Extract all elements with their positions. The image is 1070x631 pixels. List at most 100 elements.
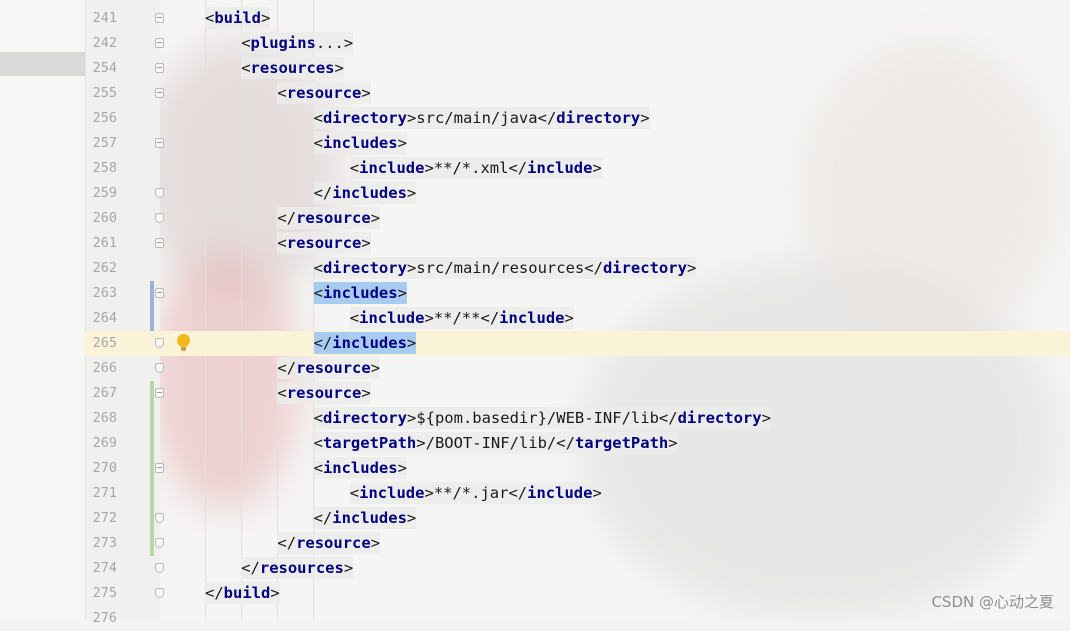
code-text[interactable]: <include>**/**</include> [349,306,574,331]
line-number[interactable]: 275 [85,581,117,606]
code-line[interactable]: 267 <resource> [85,381,1070,406]
line-number[interactable]: 268 [85,406,117,431]
xml-element[interactable]: <resources> [241,57,344,79]
code-text[interactable]: <directory>src/main/java</directory> [313,106,650,131]
line-number[interactable]: 276 [85,606,117,631]
line-number[interactable]: 258 [85,156,117,181]
code-line[interactable]: 276 [85,606,1070,631]
fold-marker-icon[interactable] [155,138,164,148]
xml-element[interactable]: <directory>src/main/resources</directory… [313,257,697,279]
code-line[interactable]: 266 </resource> [85,356,1070,381]
code-text[interactable]: <directory>${pom.basedir}/WEB-INF/lib</d… [313,406,771,431]
fold-marker-icon[interactable] [155,188,164,198]
code-text[interactable]: </resource> [277,531,381,556]
code-line[interactable]: 242 <plugins...> [85,31,1070,56]
code-text[interactable]: <resource> [277,381,371,406]
xml-element[interactable]: <resource> [277,82,371,104]
code-line[interactable]: 258 <include>**/*.xml</include> [85,156,1070,181]
xml-element[interactable]: <resource> [277,232,371,254]
line-number[interactable]: 273 [85,531,117,556]
line-number[interactable]: 260 [85,206,117,231]
code-text[interactable]: </build> [205,581,280,606]
xml-element[interactable]: <resource> [277,382,371,404]
code-text[interactable]: <build> [205,6,271,31]
fold-marker-icon[interactable] [155,238,164,248]
fold-marker-icon[interactable] [155,13,164,23]
code-line[interactable]: 257 <includes> [85,131,1070,156]
xml-element[interactable]: <includes> [313,132,407,154]
fold-marker-icon[interactable] [155,588,164,598]
fold-marker-icon[interactable] [155,63,164,73]
code-text[interactable]: <plugins...> [241,31,354,56]
code-text[interactable]: </resource> [277,206,381,231]
code-line[interactable]: 268 <directory>${pom.basedir}/WEB-INF/lib… [85,406,1070,431]
xml-element[interactable]: <targetPath>/BOOT-INF/lib/</targetPath> [313,432,678,454]
code-line[interactable]: 264 <include>**/**</include> [85,306,1070,331]
code-text[interactable]: <includes> [313,456,407,481]
line-number[interactable]: 272 [85,506,117,531]
line-number[interactable]: 259 [85,181,117,206]
fold-marker-icon[interactable] [155,513,164,523]
xml-element[interactable]: <plugins...> [241,32,354,54]
xml-element[interactable]: <directory>src/main/java</directory> [313,107,650,129]
fold-marker-icon[interactable] [155,38,164,48]
line-number[interactable]: 267 [85,381,117,406]
line-number[interactable]: 254 [85,56,117,81]
code-line[interactable]: 272 </includes> [85,506,1070,531]
line-number[interactable]: 262 [85,256,117,281]
xml-element[interactable]: <include>**/*.jar</include> [349,482,602,504]
line-number[interactable]: 271 [85,481,117,506]
code-line[interactable]: 265 </includes> [85,331,1070,356]
highlighted-tag[interactable]: </includes> [313,332,417,354]
fold-marker-icon[interactable] [155,288,164,298]
code-text[interactable]: <include>**/*.jar</include> [349,481,602,506]
code-line[interactable]: 262 <directory>src/main/resources</direct… [85,256,1070,281]
xml-element[interactable]: <include>**/**</include> [349,307,574,329]
code-line[interactable]: 269 <targetPath>/BOOT-INF/lib/</targetPat… [85,431,1070,456]
xml-element[interactable]: </resources> [241,557,354,579]
code-line[interactable]: 271 <include>**/*.jar</include> [85,481,1070,506]
code-text[interactable]: <targetPath>/BOOT-INF/lib/</targetPath> [313,431,678,456]
line-number[interactable]: 269 [85,431,117,456]
fold-marker-icon[interactable] [155,563,164,573]
xml-element[interactable]: <include>**/*.xml</include> [349,157,602,179]
fold-marker-icon[interactable] [155,538,164,548]
xml-element[interactable]: </resource> [277,207,381,229]
code-text[interactable]: <includes> [313,281,407,306]
line-number[interactable]: 242 [85,31,117,56]
lightbulb-icon[interactable] [177,334,190,351]
code-text[interactable]: <resource> [277,231,371,256]
line-number[interactable]: 266 [85,356,117,381]
fold-marker-icon[interactable] [155,213,164,223]
code-text[interactable]: <resources> [241,56,344,81]
line-number[interactable]: 257 [85,131,117,156]
xml-element[interactable]: <directory>${pom.basedir}/WEB-INF/lib</d… [313,407,771,429]
project-panel-selected-row[interactable] [0,52,85,76]
line-number[interactable]: 241 [85,6,117,31]
line-number[interactable]: 264 [85,306,117,331]
code-line[interactable]: 274 </resources> [85,556,1070,581]
code-text[interactable]: <directory>src/main/resources</directory… [313,256,697,281]
code-text[interactable]: </includes> [313,181,417,206]
fold-marker-icon[interactable] [155,363,164,373]
code-line[interactable]: 263 <includes> [85,281,1070,306]
xml-element[interactable]: </includes> [313,507,417,529]
fold-marker-icon[interactable] [155,338,164,348]
code-text[interactable]: </includes> [313,331,417,356]
highlighted-tag[interactable]: <includes> [313,282,407,304]
line-number[interactable]: 256 [85,106,117,131]
code-text[interactable]: </includes> [313,506,417,531]
code-line[interactable]: 270 <includes> [85,456,1070,481]
code-line[interactable]: 259 </includes> [85,181,1070,206]
code-text[interactable]: </resource> [277,356,381,381]
fold-marker-icon[interactable] [155,463,164,473]
xml-element[interactable]: </build> [205,582,280,604]
line-number[interactable]: 261 [85,231,117,256]
code-line[interactable]: 275 </build> [85,581,1070,606]
code-line[interactable]: 260 </resource> [85,206,1070,231]
code-text[interactable]: <resource> [277,81,371,106]
code-line[interactable]: 241 <build> [85,6,1070,31]
code-text[interactable]: </resources> [241,556,354,581]
xml-element[interactable]: <build> [205,7,271,29]
code-line[interactable]: 256 <directory>src/main/java</directory> [85,106,1070,131]
